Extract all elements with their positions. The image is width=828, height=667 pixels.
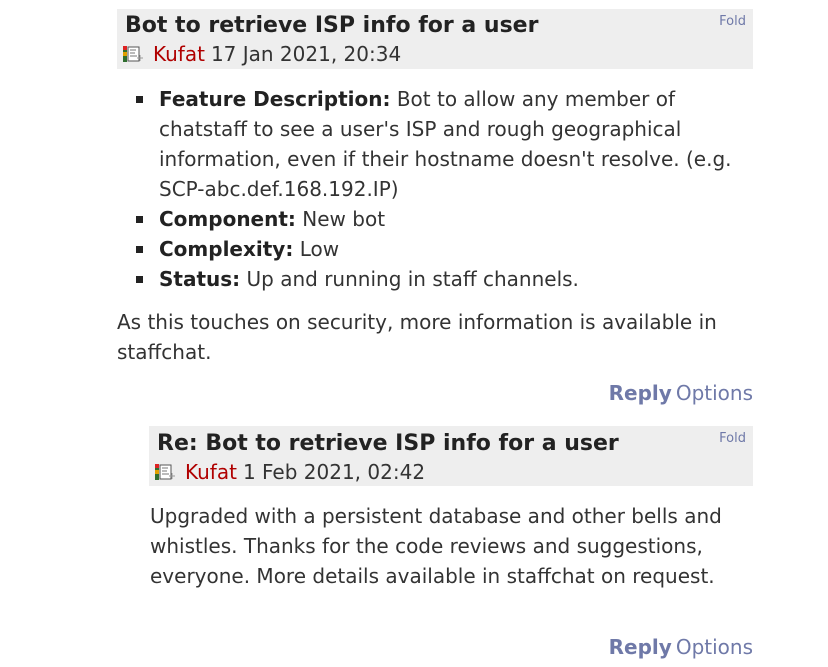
post-2-header: Re: Bot to retrieve ISP info for a user … (149, 426, 753, 486)
post-1-header: Bot to retrieve ISP info for a user Fold… (117, 9, 753, 69)
user-flag-icon[interactable] (155, 464, 176, 480)
post-title: Re: Bot to retrieve ISP info for a user (157, 431, 619, 456)
author-link[interactable]: Kufat (153, 42, 205, 66)
user-flag-icon[interactable] (123, 46, 144, 62)
post-body: Upgraded with a persistent database and … (150, 504, 722, 588)
reply-button[interactable]: Reply (609, 635, 672, 659)
post-meta: Kufat 1 Feb 2021, 02:42 (155, 460, 425, 484)
author-link[interactable]: Kufat (185, 460, 237, 484)
feature-label: Status: (159, 267, 241, 291)
list-item: Component: New bot (136, 204, 756, 234)
feature-label: Feature Description: (159, 87, 391, 111)
feature-label: Component: (159, 207, 296, 231)
post-date: 17 Jan 2021, 20:34 (210, 42, 402, 66)
reply-button[interactable]: Reply (609, 381, 672, 405)
feature-list: Feature Description: Bot to allow any me… (136, 84, 756, 294)
feature-value: Low (293, 237, 340, 261)
fold-link[interactable]: Fold (719, 431, 746, 446)
post-date: 1 Feb 2021, 02:42 (242, 460, 426, 484)
feature-label: Complexity: (159, 237, 294, 261)
post-title: Bot to retrieve ISP info for a user (125, 13, 539, 38)
list-item: Feature Description: Bot to allow any me… (136, 84, 756, 204)
fold-link[interactable]: Fold (719, 14, 746, 29)
options-button[interactable]: Options (676, 381, 753, 405)
post-actions: Reply Options (609, 635, 753, 659)
feature-value: Up and running in staff channels. (240, 267, 579, 291)
post-body: As this touches on security, more inform… (117, 310, 717, 364)
list-item: Status: Up and running in staff channels… (136, 264, 756, 294)
post-2: Re: Bot to retrieve ISP info for a user … (0, 410, 828, 667)
post-meta: Kufat 17 Jan 2021, 20:34 (123, 42, 401, 66)
options-button[interactable]: Options (676, 635, 753, 659)
list-item: Complexity: Low (136, 234, 756, 264)
post-1: Bot to retrieve ISP info for a user Fold… (0, 0, 828, 410)
post-actions: Reply Options (609, 381, 753, 405)
feature-value: New bot (295, 207, 386, 231)
